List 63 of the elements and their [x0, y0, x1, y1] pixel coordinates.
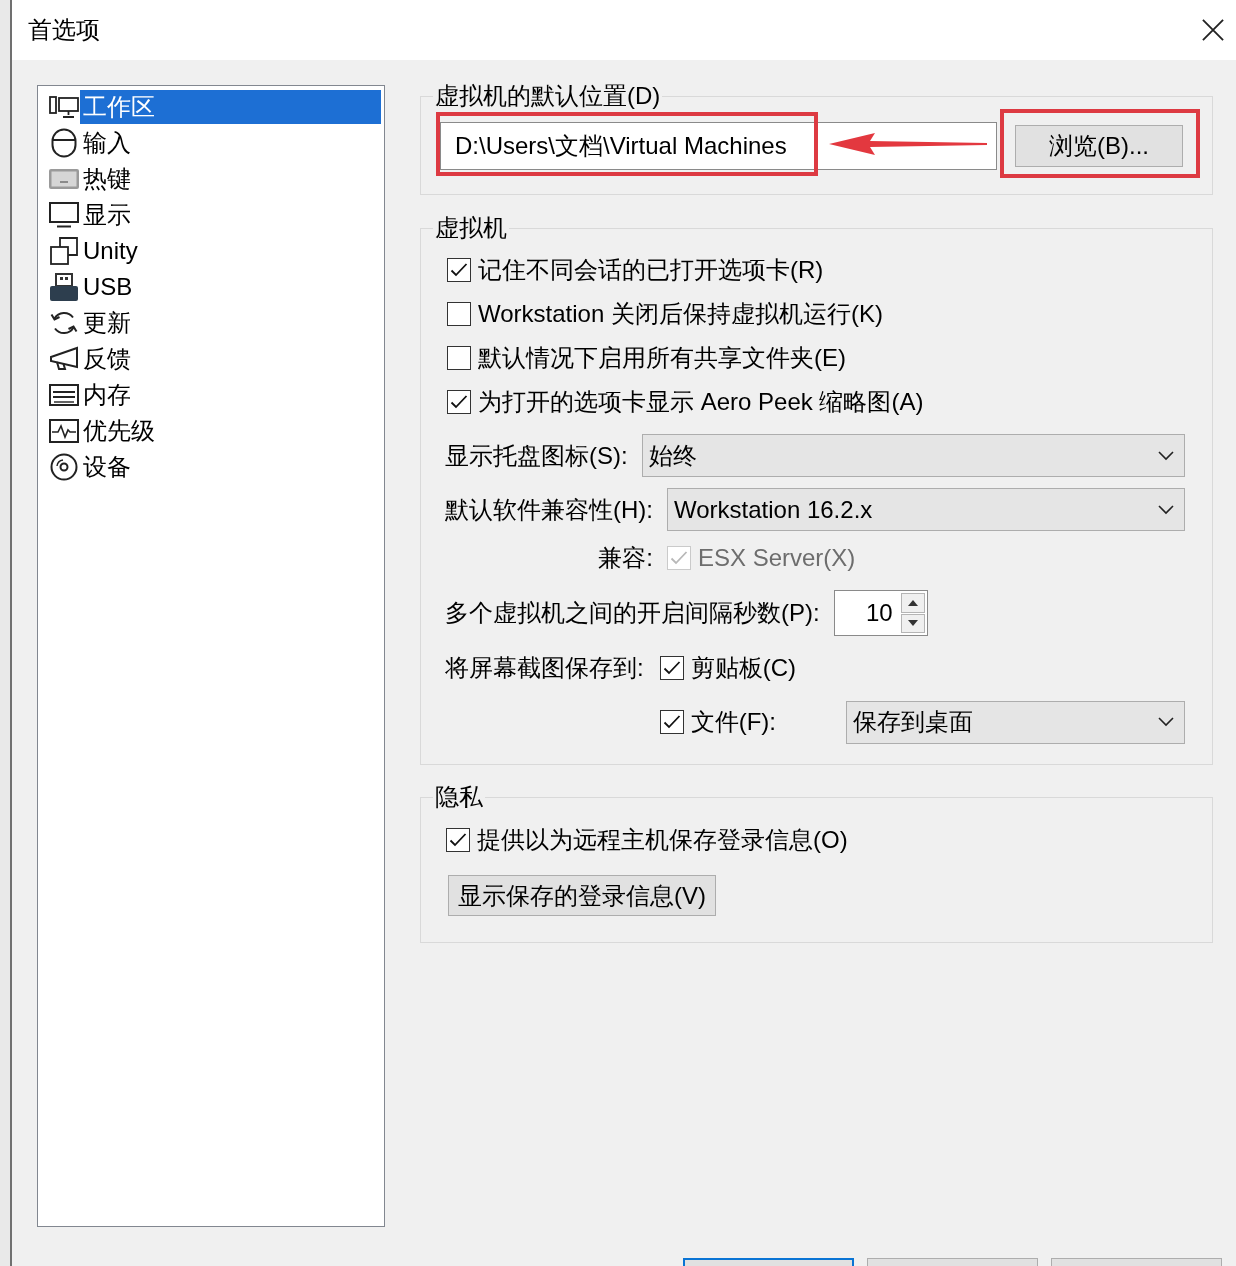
checkbox-label: ESX Server(X): [698, 544, 856, 572]
sidebar-item[interactable]: 设备: [80, 450, 381, 484]
close-icon: [1202, 19, 1224, 41]
window-title: 首选项: [28, 16, 100, 44]
checkbox[interactable]: [446, 828, 470, 852]
path-field[interactable]: D:\Users\文档\Virtual Machines: [440, 122, 997, 170]
checkbox-label: 提供以为远程主机保存登录信息(O): [477, 826, 848, 854]
chevron-down-icon: [1158, 450, 1174, 461]
overlapping-squares-icon: [50, 237, 78, 265]
dropdown[interactable]: 保存到桌面: [846, 700, 1185, 744]
group-title: 虚拟机: [434, 215, 508, 241]
chevron-down-icon: [1158, 504, 1174, 515]
number-spinner[interactable]: 10: [833, 590, 928, 636]
usb-connector-icon: [50, 273, 78, 301]
close-button[interactable]: [1202, 19, 1224, 41]
sidebar-item[interactable]: 输入: [80, 126, 381, 160]
pulse-icon: [49, 419, 79, 443]
field-label: 默认软件兼容性(H):: [445, 495, 653, 524]
refresh-icon: [50, 309, 78, 337]
checkbox[interactable]: [447, 302, 471, 326]
caret-up-icon: [907, 599, 918, 606]
checkbox-label: 剪贴板(C): [690, 654, 796, 682]
field-label: 多个虚拟机之间的开启间隔秒数(P):: [445, 599, 820, 627]
group-title: 隐私: [434, 784, 484, 810]
monitor-icon: [49, 202, 79, 228]
dialog-button[interactable]: [683, 1258, 854, 1266]
checkbox-label: Workstation 关闭后保持虚拟机运行(K): [478, 300, 883, 328]
checkbox[interactable]: [447, 258, 471, 282]
sidebar-item[interactable]: 显示: [80, 198, 381, 232]
keyboard-icon: [49, 169, 79, 189]
spin-down-button[interactable]: [900, 613, 925, 633]
dropdown[interactable]: 始终: [641, 434, 1185, 477]
sidebar-item[interactable]: 更新: [80, 306, 381, 340]
group-title: 虚拟机的默认位置(D): [434, 83, 662, 109]
field-label: 将屏幕截图保存到:: [445, 654, 644, 682]
sidebar-item[interactable]: 优先级: [80, 414, 381, 448]
dropdown[interactable]: Workstation 16.2.x: [667, 488, 1185, 531]
field-label: 显示托盘图标(S):: [445, 441, 628, 470]
memory-module-icon: [49, 384, 79, 406]
spin-up-button[interactable]: [900, 593, 925, 613]
sidebar-item[interactable]: 工作区: [80, 90, 381, 124]
chevron-down-icon: [1158, 717, 1174, 727]
disc-icon: [50, 453, 78, 481]
checkbox-label: 为打开的选项卡显示 Aero Peek 缩略图(A): [478, 388, 924, 416]
checkbox-label: 默认情况下启用所有共享文件夹(E): [478, 344, 846, 372]
mouse-icon: [51, 128, 77, 158]
checkbox[interactable]: [659, 710, 684, 734]
show-saved-logins-button[interactable]: 显示保存的登录信息(V): [448, 875, 716, 916]
sidebar-item[interactable]: USB: [80, 270, 381, 304]
sidebar-item[interactable]: 热键: [80, 162, 381, 196]
checkbox[interactable]: [447, 346, 471, 370]
checkbox[interactable]: [447, 390, 471, 414]
checkbox[interactable]: [659, 656, 684, 680]
checkbox-label: 记住不同会话的已打开选项卡(R): [478, 256, 824, 284]
sidebar-item[interactable]: 反馈: [80, 342, 381, 376]
checkbox-label: 文件(F):: [690, 708, 776, 736]
browse-button[interactable]: 浏览(B)...: [1015, 125, 1183, 167]
caret-down-icon: [907, 620, 918, 627]
sidebar-item[interactable]: 内存: [80, 378, 381, 412]
computer-icon: [49, 95, 79, 119]
megaphone-icon: [49, 346, 79, 372]
field-label: 兼容:: [598, 544, 653, 572]
sidebar-item[interactable]: Unity: [80, 234, 381, 268]
